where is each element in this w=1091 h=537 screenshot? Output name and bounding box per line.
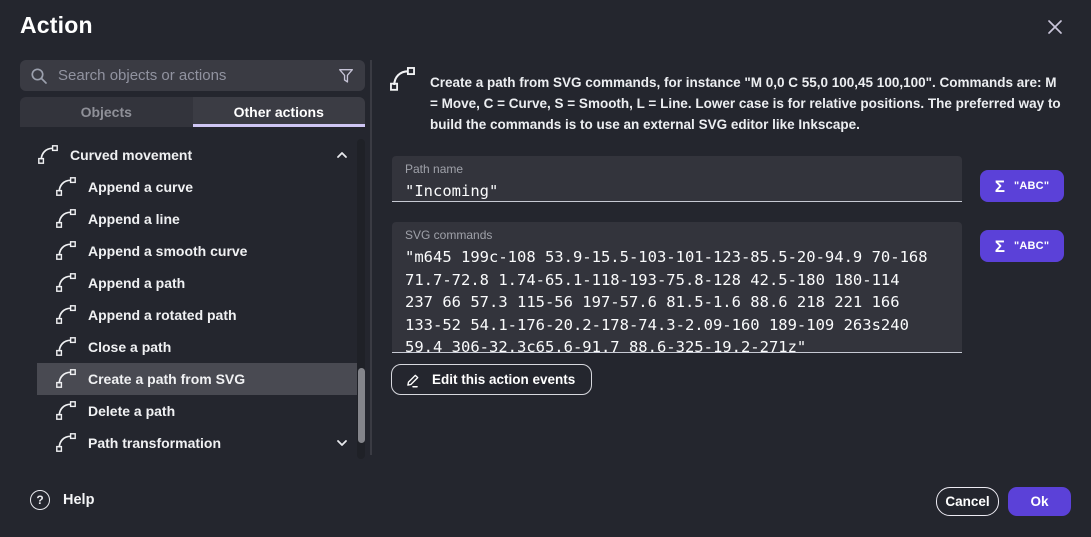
tab-other-actions[interactable]: Other actions — [193, 97, 366, 127]
curve-path-icon — [55, 208, 77, 230]
search-placeholder: Search objects or actions — [58, 67, 337, 84]
list-scrollbar-thumb[interactable] — [358, 368, 365, 443]
help-label: Help — [63, 492, 94, 508]
action-list-item-label: Curved movement — [70, 147, 192, 163]
abc-label: "ABC" — [1014, 180, 1049, 192]
actions-list: Curved movement Append a curve Append a li… — [37, 139, 358, 459]
pencil-icon — [404, 371, 422, 389]
edit-action-events-label: Edit this action events — [432, 372, 575, 387]
expression-builder-button-svg-commands[interactable]: Σ "ABC" — [980, 230, 1064, 262]
curve-path-icon — [55, 176, 77, 198]
action-list-item-label: Append a curve — [88, 179, 193, 195]
action-list-item-label: Append a rotated path — [88, 307, 237, 323]
tab-bar: Objects Other actions — [20, 97, 365, 127]
path-name-label: Path name — [405, 162, 949, 177]
tab-objects[interactable]: Objects — [20, 97, 193, 127]
action-list-item[interactable]: Create a path from SVG — [37, 363, 358, 395]
action-list-item[interactable]: Curved movement — [37, 139, 358, 171]
chevron-up-icon — [334, 147, 350, 163]
action-list-item-label: Append a smooth curve — [88, 243, 247, 259]
action-list-item-label: Delete a path — [88, 403, 175, 419]
expression-builder-button-path-name[interactable]: Σ "ABC" — [980, 170, 1064, 202]
list-scrollbar-track[interactable] — [357, 139, 365, 459]
action-list-item[interactable]: Path transformation — [37, 427, 358, 459]
search-input[interactable]: Search objects or actions — [20, 60, 365, 91]
curve-path-icon — [55, 336, 77, 358]
action-list-item[interactable]: Close a path — [37, 331, 358, 363]
path-name-field[interactable]: Path name "Incoming" — [392, 156, 962, 202]
action-list-item-label: Append a path — [88, 275, 185, 291]
action-list-item[interactable]: Append a rotated path — [37, 299, 358, 331]
action-list-item[interactable]: Append a smooth curve — [37, 235, 358, 267]
filter-icon[interactable] — [337, 67, 355, 85]
curve-path-icon — [55, 400, 77, 422]
action-list-item[interactable]: Append a curve — [37, 171, 358, 203]
curve-path-icon — [55, 240, 77, 262]
dialog-title: Action — [20, 12, 93, 39]
path-name-value[interactable]: "Incoming" — [405, 180, 949, 203]
help-icon: ? — [30, 490, 50, 510]
chevron-down-icon — [334, 435, 350, 451]
action-list-item[interactable]: Delete a path — [37, 395, 358, 427]
svg-commands-field[interactable]: SVG commands "m645 199c-108 53.9-15.5-10… — [392, 222, 962, 353]
action-list-item-label: Append a line — [88, 211, 180, 227]
curve-path-icon — [55, 272, 77, 294]
panel-divider — [370, 60, 372, 455]
close-icon[interactable] — [1043, 15, 1067, 39]
help-button[interactable]: ? Help — [30, 490, 94, 510]
action-dialog: Action Search objects or actions Objects… — [0, 0, 1091, 537]
curve-path-icon — [37, 144, 59, 166]
close-icon-glyph — [1045, 17, 1065, 37]
curve-path-icon — [55, 432, 77, 454]
abc-label: "ABC" — [1014, 240, 1049, 252]
action-list-item-label: Close a path — [88, 339, 171, 355]
cancel-button[interactable]: Cancel — [936, 487, 999, 516]
action-list-item-label: Path transformation — [88, 435, 221, 451]
edit-action-events-button[interactable]: Edit this action events — [391, 364, 592, 395]
action-list-item[interactable]: Append a path — [37, 267, 358, 299]
sigma-icon: Σ — [995, 178, 1005, 195]
curve-path-icon — [55, 368, 77, 390]
sigma-icon: Σ — [995, 238, 1005, 255]
action-list-item-label: Create a path from SVG — [88, 371, 245, 387]
search-icon — [30, 67, 48, 85]
action-list-item[interactable]: Append a line — [37, 203, 358, 235]
curve-path-icon — [55, 304, 77, 326]
svg-commands-label: SVG commands — [405, 228, 949, 243]
svg-commands-value[interactable]: "m645 199c-108 53.9-15.5-103-101-123-85.… — [405, 246, 949, 359]
curve-path-icon — [389, 66, 416, 93]
ok-button[interactable]: Ok — [1008, 487, 1071, 516]
action-description: Create a path from SVG commands, for ins… — [430, 72, 1068, 135]
